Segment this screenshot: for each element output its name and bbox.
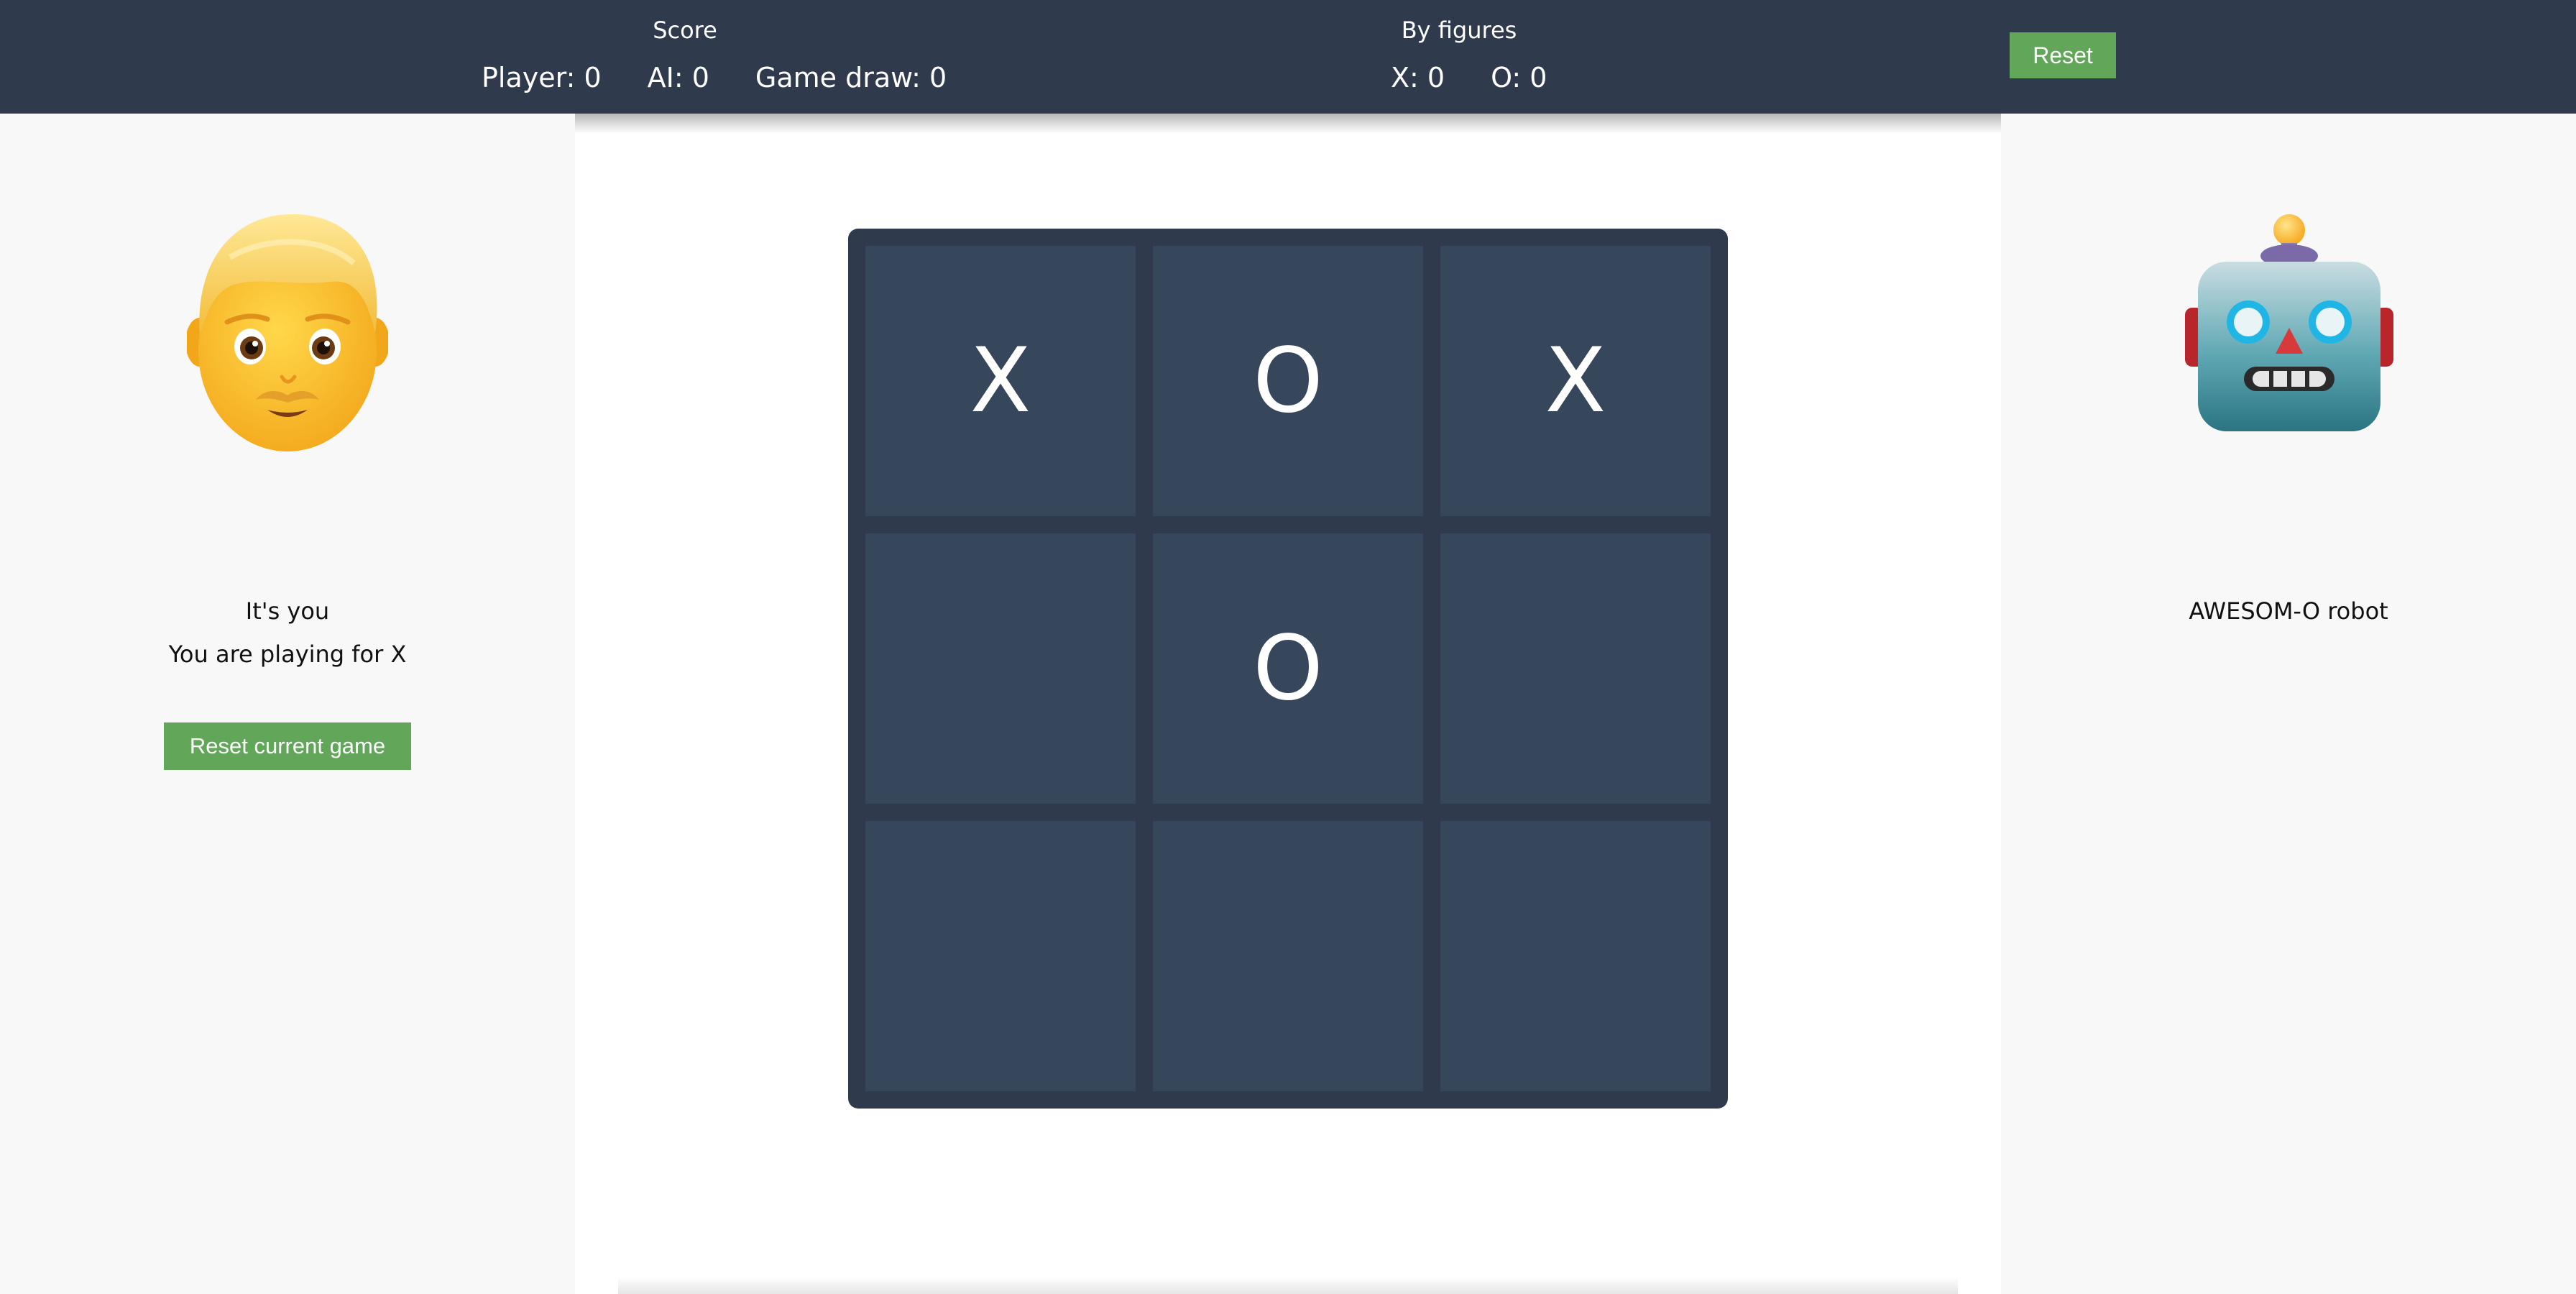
by-figures-title: By figures <box>1401 17 1517 44</box>
board-cell-5[interactable]: O <box>1153 533 1423 804</box>
board-cell-7[interactable] <box>865 821 1136 1091</box>
board-cell-8[interactable] <box>1153 821 1423 1091</box>
x-count: X: 0 <box>1391 62 1445 93</box>
reset-button[interactable]: Reset <box>2010 32 2116 78</box>
board-cell-1[interactable]: X <box>865 246 1136 516</box>
score-title: Score <box>653 17 717 44</box>
ai-score: AI: 0 <box>647 62 709 93</box>
ai-panel: AWESOM-O robot <box>2001 114 2576 1294</box>
board-cell-4[interactable] <box>865 533 1136 804</box>
board-cell-2[interactable]: O <box>1153 246 1423 516</box>
score-row: Player: 0 AI: 0 Game draw: 0 <box>482 60 947 95</box>
game-board: X O X O <box>848 229 1728 1109</box>
player-score: Player: 0 <box>482 62 602 93</box>
ai-name-label: AWESOM-O robot <box>2189 597 2388 625</box>
man-face-icon <box>185 207 390 451</box>
top-bar: Score Player: 0 AI: 0 Game draw: 0 By fi… <box>0 0 2576 114</box>
draw-score: Game draw: 0 <box>755 62 947 93</box>
board-cell-9[interactable] <box>1440 821 1711 1091</box>
o-count: O: 0 <box>1491 62 1547 93</box>
player-label: It's you <box>245 597 330 625</box>
board-cell-6[interactable] <box>1440 533 1711 804</box>
board-cell-3[interactable]: X <box>1440 246 1711 516</box>
figures-row: X: 0 O: 0 <box>1391 60 1547 95</box>
robot-face-icon <box>2185 214 2393 437</box>
player-figure-label: You are playing for X <box>168 641 407 668</box>
reset-current-game-button[interactable]: Reset current game <box>164 722 411 770</box>
player-panel: It's you You are playing for X Reset cur… <box>0 114 575 1294</box>
